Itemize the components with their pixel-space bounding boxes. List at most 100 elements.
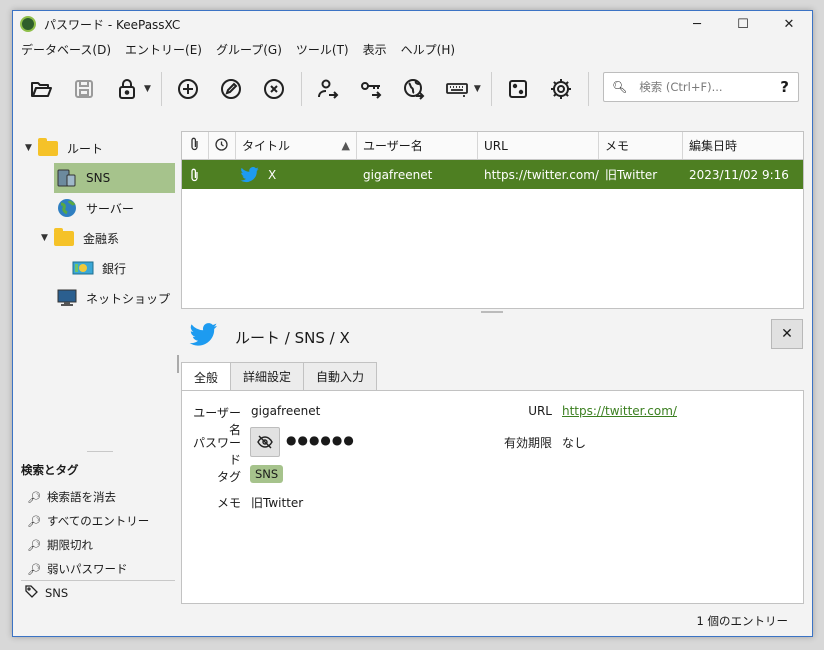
tag-label: SNS	[45, 586, 69, 600]
expand-triangle-icon[interactable]: ▼	[41, 233, 53, 243]
autotype-button[interactable]	[439, 71, 475, 107]
column-url[interactable]: URL	[478, 132, 599, 159]
search-doc-icon: 🔎︎	[27, 490, 41, 504]
lock-database-button[interactable]	[109, 71, 145, 107]
menu-view[interactable]: 表示	[359, 41, 391, 58]
menu-database[interactable]: データベース(D)	[17, 41, 115, 58]
group-netshop[interactable]: ネットショップ	[56, 283, 175, 313]
title-bar: パスワード - KeePassXC ─ ☐ ✕	[13, 11, 812, 37]
toggle-password-visibility-button[interactable]	[250, 427, 280, 457]
search-expired[interactable]: 🔎︎ 期限切れ	[27, 534, 93, 556]
column-label: URL	[484, 138, 508, 153]
close-icon: ✕	[781, 326, 793, 342]
window-controls: ─ ☐ ✕	[674, 11, 812, 37]
group-label: ルート	[67, 141, 104, 156]
search-help-button[interactable]: ?	[780, 78, 789, 96]
search-box[interactable]: 🔍︎ 検索 (Ctrl+F)... ?	[603, 72, 799, 102]
search-label: 期限切れ	[47, 538, 93, 552]
search-all-entries[interactable]: 🔎︎ すべてのエントリー	[27, 510, 149, 532]
x-circle-icon	[263, 79, 284, 99]
group-label: 金融系	[83, 231, 120, 246]
sort-ascending-icon: ▲	[341, 139, 350, 152]
gear-icon	[550, 79, 571, 99]
tab-advanced[interactable]: 詳細設定	[230, 362, 305, 390]
search-weak-passwords[interactable]: 🔎︎ 弱いパスワード	[27, 558, 128, 580]
close-detail-button[interactable]: ✕	[771, 319, 803, 349]
group-sns[interactable]: SNS	[54, 163, 175, 193]
status-bar-entry-count: 1 個のエントリー	[696, 614, 788, 628]
copy-password-button[interactable]	[353, 71, 389, 107]
password-label: パスワード	[192, 436, 241, 467]
search-input[interactable]: 検索 (Ctrl+F)...	[639, 79, 722, 95]
menu-help[interactable]: ヘルプ(H)	[397, 41, 459, 58]
column-expiry[interactable]	[209, 132, 236, 159]
username-label: ユーザー名	[193, 406, 241, 437]
password-generator-button[interactable]	[500, 71, 536, 107]
delete-entry-button[interactable]	[256, 71, 292, 107]
panel-splitter-handle[interactable]	[87, 451, 113, 452]
search-doc-icon: 🔎︎	[27, 514, 41, 528]
minimize-button[interactable]: ─	[674, 11, 720, 37]
url-label: URL	[528, 404, 552, 418]
tag-chip: SNS	[250, 465, 284, 483]
copy-username-button[interactable]	[310, 71, 346, 107]
group-bank[interactable]: 銀行	[72, 253, 175, 283]
open-database-button[interactable]	[23, 71, 59, 107]
modified-cell: 2023/11/02 9:16	[689, 167, 789, 182]
search-icon: 🔍︎	[612, 80, 628, 94]
notes-cell: 旧Twitter	[605, 168, 658, 182]
expiry-label: 有効期限	[503, 436, 552, 450]
search-tags-heading: 検索とタグ	[21, 463, 79, 477]
url-link[interactable]: https://twitter.com/	[562, 404, 677, 418]
maximize-button[interactable]: ☐	[720, 11, 766, 37]
menu-group[interactable]: グループ(G)	[212, 41, 286, 58]
detail-general-panel: ユーザー名 gigafreenet パスワード ●●●●●● タグ SNS メモ…	[181, 390, 804, 604]
table-row[interactable]: X gigafreenet https://twitter.com/ 旧Twit…	[182, 160, 803, 189]
close-window-button[interactable]: ✕	[766, 11, 812, 37]
column-username[interactable]: ユーザー名	[357, 132, 478, 159]
add-entry-button[interactable]	[170, 71, 206, 107]
lock-icon	[119, 79, 135, 99]
tab-general[interactable]: 全般	[181, 362, 232, 391]
save-database-button[interactable]	[66, 71, 102, 107]
entry-detail-header: ルート / SNS / X	[189, 323, 350, 351]
column-label: タイトル	[242, 139, 291, 153]
tag-icon	[25, 585, 39, 601]
group-label: 銀行	[102, 261, 127, 276]
notes-label: メモ	[216, 496, 241, 510]
group-root[interactable]: ▼ ルート	[25, 133, 175, 163]
menu-entry[interactable]: エントリー(E)	[121, 41, 206, 58]
column-modified[interactable]: 編集日時	[683, 132, 803, 159]
pencil-circle-icon	[220, 79, 241, 99]
lock-dropdown-arrow-icon[interactable]: ▼	[144, 84, 151, 94]
vertical-splitter-handle[interactable]	[177, 355, 179, 373]
menu-tools[interactable]: ツール(T)	[292, 41, 353, 58]
column-attachment[interactable]	[182, 132, 209, 159]
toolbar-separator	[587, 72, 589, 106]
group-server[interactable]: サーバー	[56, 193, 175, 223]
copy-url-button[interactable]	[396, 71, 432, 107]
edit-entry-button[interactable]	[213, 71, 249, 107]
username-value[interactable]: gigafreenet	[251, 404, 320, 418]
attachment-cell	[182, 160, 209, 189]
horizontal-splitter-handle[interactable]	[481, 311, 503, 313]
column-title[interactable]: タイトル ▲	[236, 132, 357, 159]
twitter-bird-icon	[189, 323, 219, 351]
search-clear[interactable]: 🔎︎ 検索語を消去	[27, 486, 116, 508]
expand-triangle-icon[interactable]: ▼	[25, 143, 37, 153]
entry-path: ルート / SNS / X	[235, 328, 350, 347]
key-arrow-icon	[360, 82, 382, 99]
tags-label: タグ	[216, 470, 241, 484]
folder-open-icon	[31, 82, 52, 97]
monitor-icon	[56, 289, 78, 307]
group-finance[interactable]: ▼ 金融系	[41, 223, 175, 253]
settings-button[interactable]	[543, 71, 579, 107]
password-value[interactable]: ●●●●●●	[286, 433, 355, 447]
autotype-dropdown-arrow-icon[interactable]: ▼	[474, 84, 481, 94]
twitter-bird-icon	[240, 166, 259, 182]
tag-sns[interactable]: SNS	[25, 582, 68, 604]
plus-circle-icon	[177, 79, 198, 99]
column-notes[interactable]: メモ	[599, 132, 683, 159]
tab-autotype[interactable]: 自動入力	[303, 362, 378, 390]
table-header: タイトル ▲ ユーザー名 URL メモ 編集日時	[182, 132, 803, 160]
